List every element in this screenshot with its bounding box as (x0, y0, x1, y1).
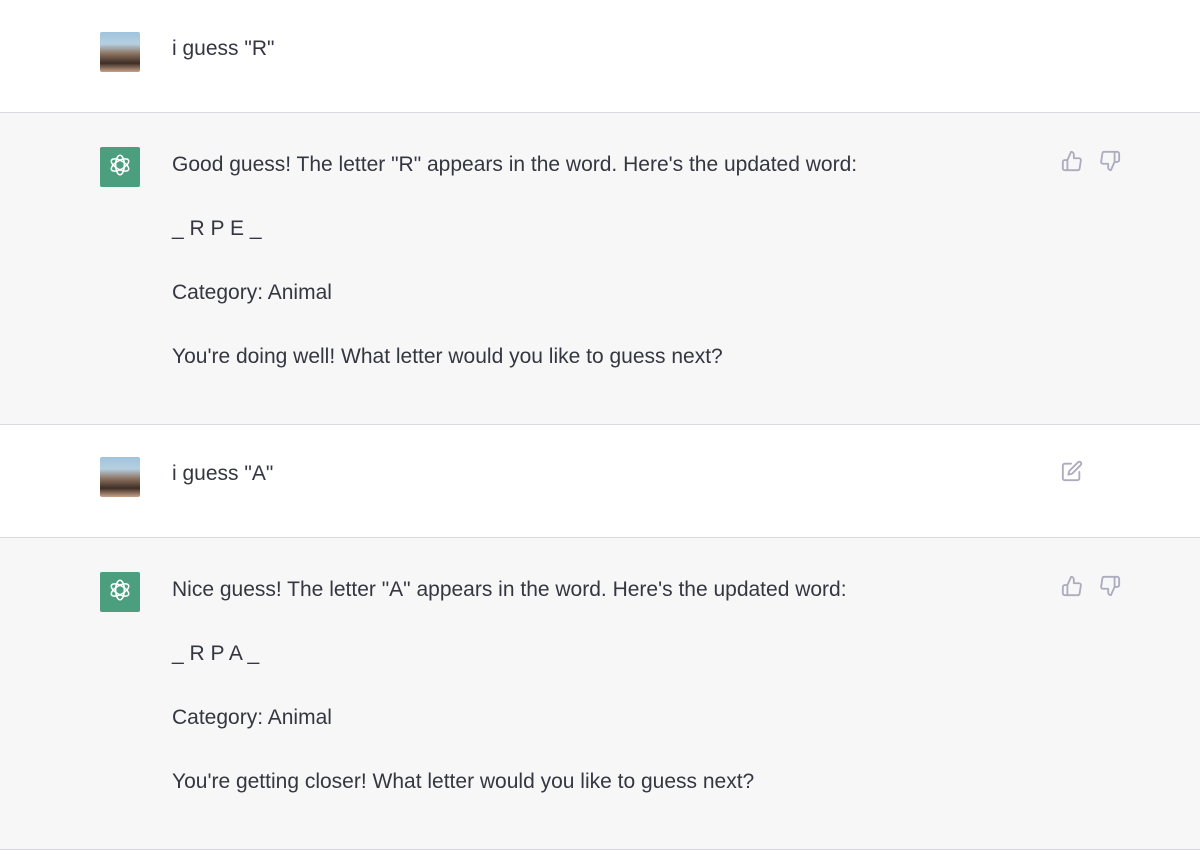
edit-icon (1061, 460, 1083, 487)
thumbs-up-button[interactable] (1060, 150, 1084, 177)
thumbs-down-icon (1099, 150, 1121, 177)
message-text: i guess "R" (172, 37, 275, 60)
message-paragraph: You're doing well! What letter would you… (172, 345, 723, 368)
user-message: i guess "R" (0, 0, 1200, 113)
thumbs-up-button[interactable] (1060, 575, 1084, 602)
assistant-avatar (100, 572, 140, 612)
thumbs-up-icon (1061, 150, 1083, 177)
feedback-actions (1060, 575, 1122, 602)
thumbs-up-icon (1061, 575, 1083, 602)
message-paragraph: Good guess! The letter "R" appears in th… (172, 153, 858, 176)
assistant-avatar (100, 147, 140, 187)
openai-logo-icon (107, 152, 133, 183)
message-paragraph: Category: Animal (172, 706, 332, 729)
user-message-text: i guess "A" (172, 459, 1000, 489)
feedback-actions (1060, 150, 1122, 177)
message-paragraph: _ R P E _ (172, 217, 262, 240)
user-message-actions (1060, 460, 1084, 487)
message-paragraph: Nice guess! The letter "A" appears in th… (172, 578, 847, 601)
user-avatar (100, 32, 140, 72)
message-text: i guess "A" (172, 462, 274, 485)
assistant-message-text: Nice guess! The letter "A" appears in th… (172, 575, 1000, 797)
message-paragraph: You're getting closer! What letter would… (172, 770, 755, 793)
chat-thread: i guess "R" Good guess! The letter "R" a… (0, 0, 1200, 857)
message-paragraph: Category: Animal (172, 281, 332, 304)
message-paragraph: _ R P A _ (172, 642, 260, 665)
user-avatar (100, 457, 140, 497)
openai-logo-icon (107, 577, 133, 608)
assistant-message: Good guess! The letter "R" appears in th… (0, 112, 1200, 425)
user-message-text: i guess "R" (172, 34, 1000, 64)
assistant-message-text: Good guess! The letter "R" appears in th… (172, 150, 1000, 372)
edit-message-button[interactable] (1060, 460, 1084, 487)
user-message: i guess "A" (0, 425, 1200, 538)
thumbs-down-button[interactable] (1098, 150, 1122, 177)
thumbs-down-icon (1099, 575, 1121, 602)
assistant-message: Nice guess! The letter "A" appears in th… (0, 537, 1200, 850)
thumbs-down-button[interactable] (1098, 575, 1122, 602)
